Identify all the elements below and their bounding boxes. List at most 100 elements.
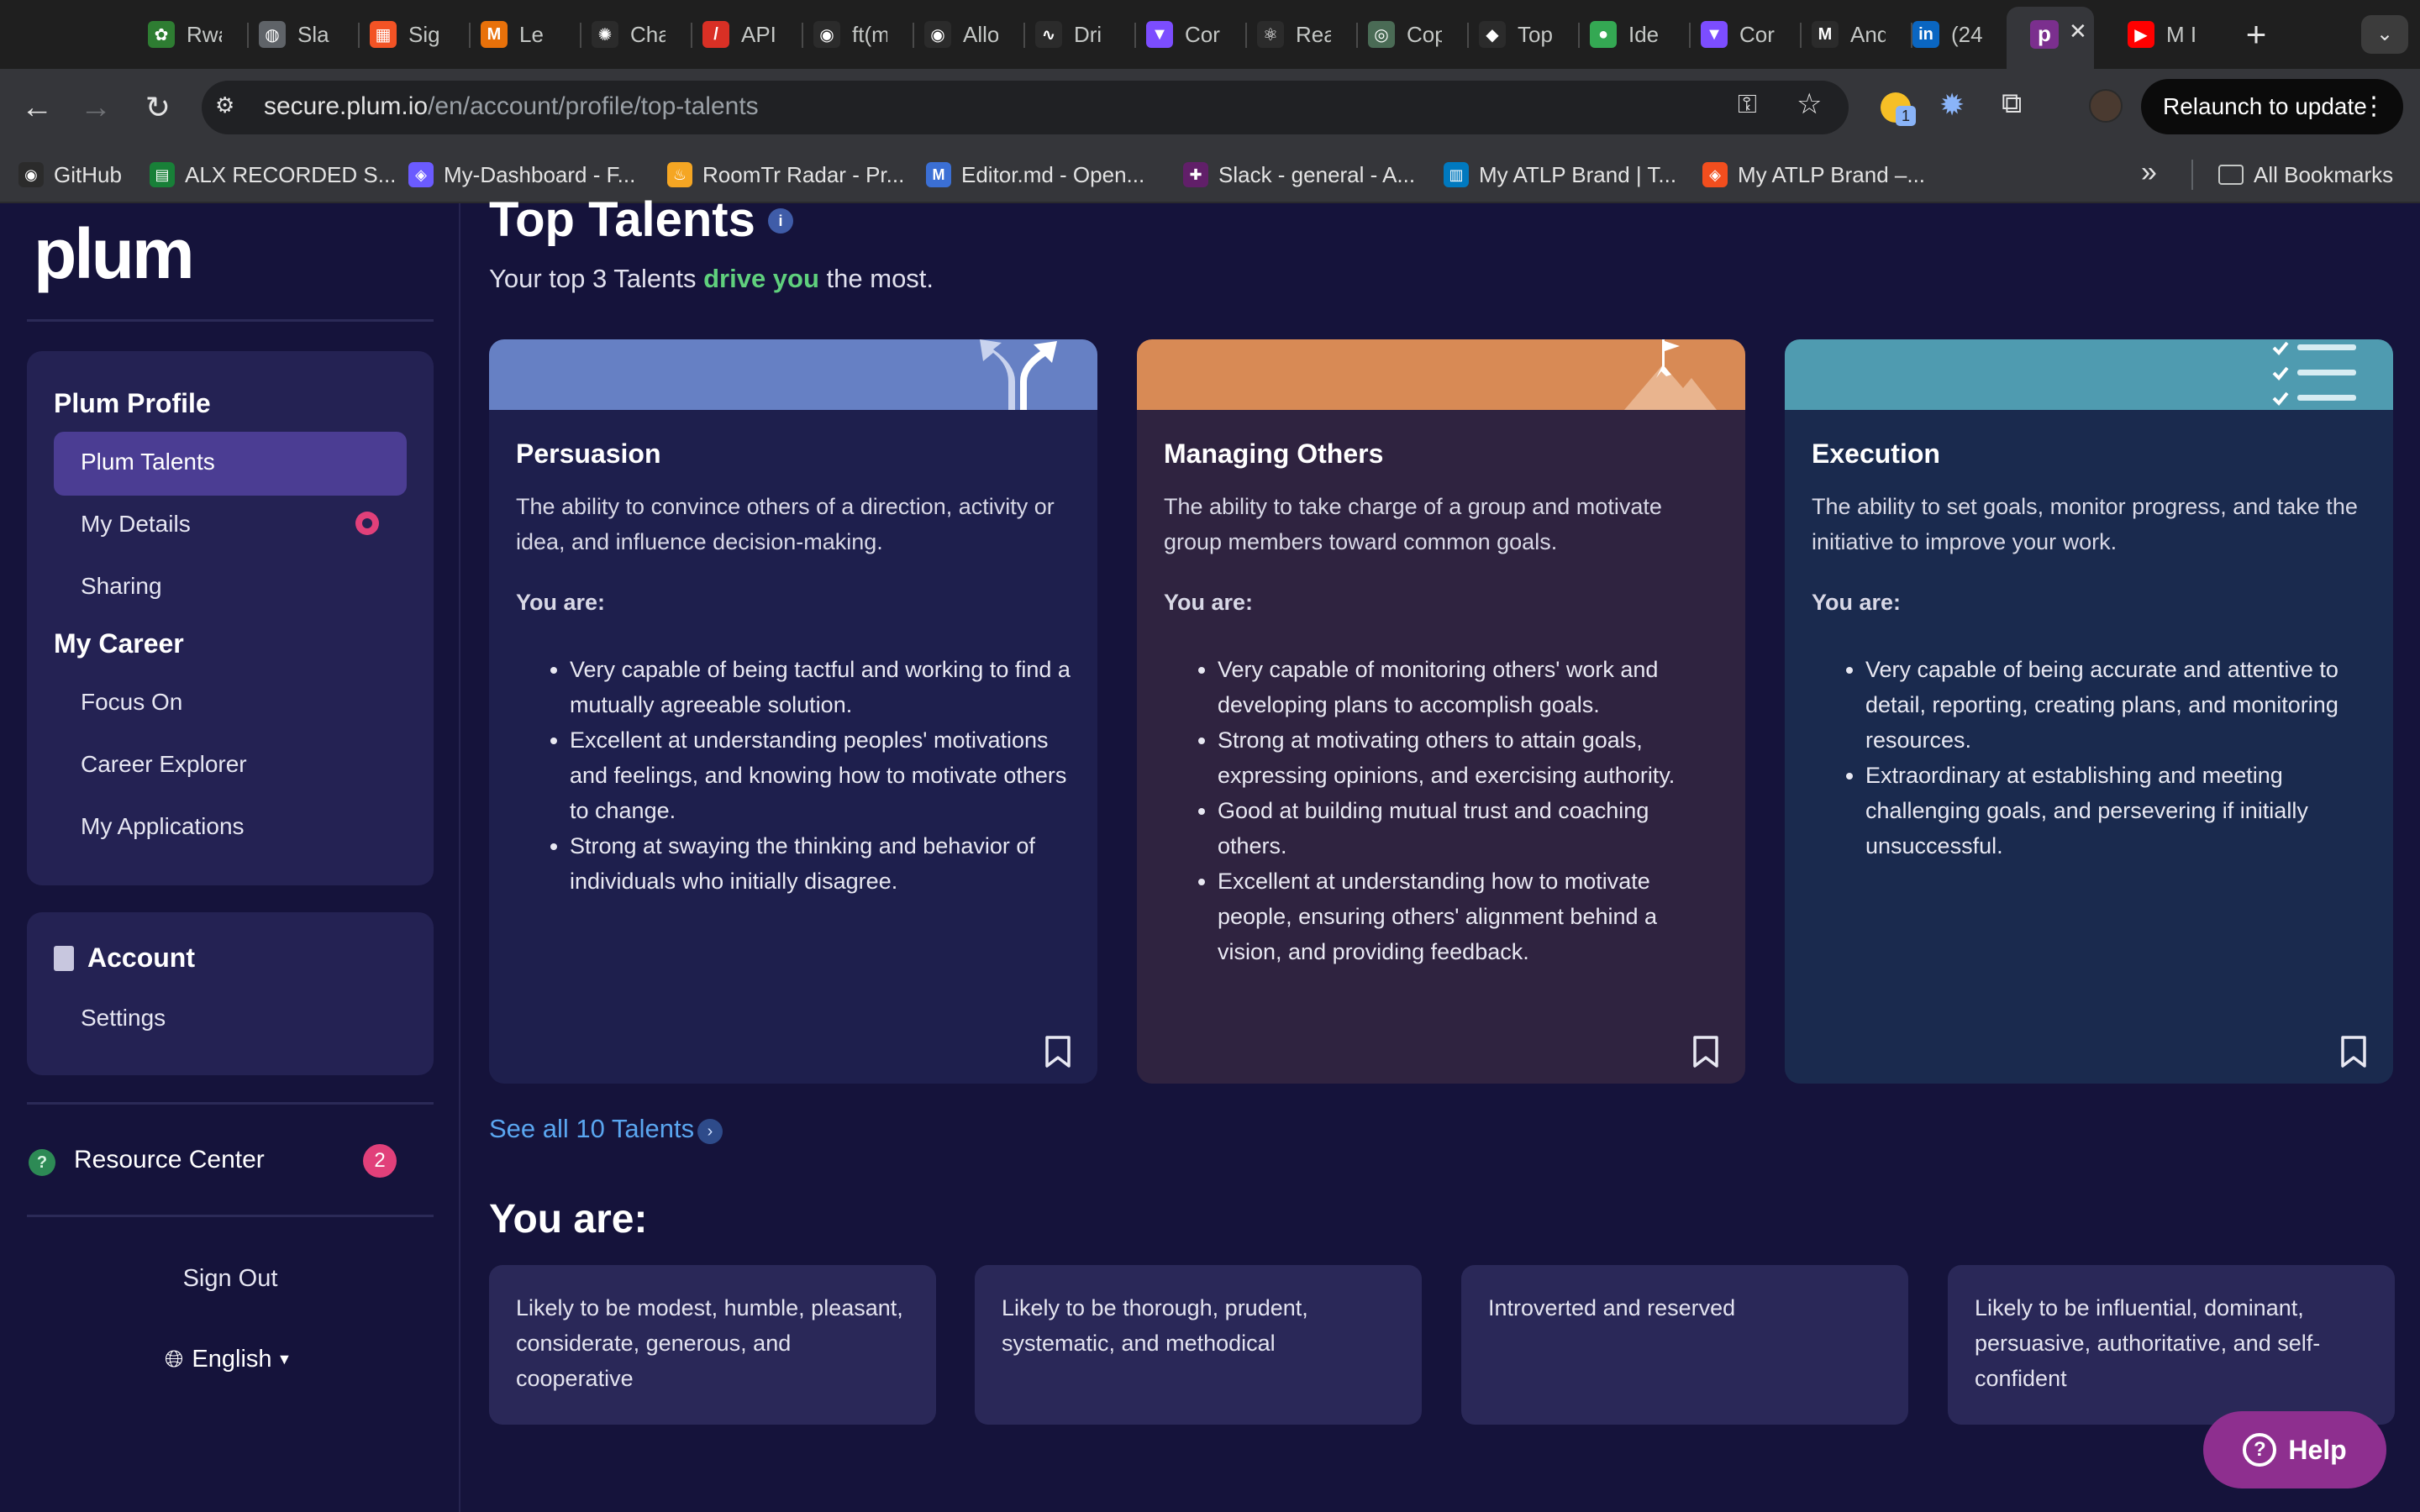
browser-tab[interactable]: ▦ Sig <box>370 8 444 60</box>
forward-arrow-icon[interactable]: → <box>76 87 116 128</box>
bookmark-item[interactable]: ◈ My-Dashboard - F... <box>408 160 635 190</box>
browser-tab[interactable]: ∿ Dri <box>1035 8 1109 60</box>
password-key-icon[interactable]: ⚿ <box>1738 91 1757 119</box>
talent-card-you-are: You are: <box>1164 590 1254 615</box>
trait-card: Introverted and reserved <box>1461 1265 1908 1425</box>
map-pin-icon: ● <box>1590 21 1617 48</box>
sidebar-item-plum-talents[interactable]: Plum Talents <box>81 449 215 475</box>
tab-title: Le <box>519 21 544 47</box>
slack-icon: ✚ <box>1183 162 1208 187</box>
plum-logo[interactable]: plum <box>34 213 195 295</box>
bookmark-item[interactable]: M Editor.md - Open... <box>926 160 1144 190</box>
bookmark-icon[interactable] <box>1044 1035 1072 1068</box>
diverging-arrows-icon <box>976 339 1069 414</box>
info-icon[interactable]: i <box>768 208 793 234</box>
bookmarks-overflow-icon[interactable]: » <box>2141 156 2157 189</box>
site-info-icon[interactable]: ⚙ <box>215 92 242 123</box>
tab-separator <box>1467 23 1469 48</box>
browser-tab[interactable]: ▶ M I <box>2128 8 2202 60</box>
bookmark-star-icon[interactable]: ☆ <box>1797 87 1822 121</box>
account-panel <box>27 912 434 1075</box>
resource-center-link[interactable]: Resource Center <box>74 1146 265 1174</box>
plum-icon: p <box>2030 20 2059 49</box>
browser-tab[interactable]: ▼ Cor <box>1146 8 1220 60</box>
github-icon: ◉ <box>18 162 44 187</box>
tab-title: Rwa <box>187 21 222 47</box>
browser-tab[interactable]: ● Ide <box>1590 8 1664 60</box>
you-are-heading: You are: <box>489 1197 648 1242</box>
puzzle-extensions-icon[interactable]: ⧉ <box>2002 87 2022 120</box>
tab-active-plum[interactable]: p ✕ <box>2007 7 2094 69</box>
trello-icon: ▥ <box>1444 162 1469 187</box>
browser-tab[interactable]: ◉ ft(m <box>813 8 887 60</box>
tab-title: (24 <box>1951 21 1983 47</box>
bookmark-label: Slack - general - A... <box>1218 161 1416 187</box>
help-button[interactable]: ? Help <box>2203 1411 2386 1488</box>
sign-out-button[interactable]: Sign Out <box>0 1265 460 1293</box>
sidebar-item-settings[interactable]: Settings <box>81 1005 166 1032</box>
talent-card: Managing Others The ability to take charg… <box>1137 339 1745 1084</box>
tab-separator <box>1689 23 1691 48</box>
openai-icon: ◎ <box>1368 21 1395 48</box>
talent-card-description: The ability to set goals, monitor progre… <box>1812 494 2358 554</box>
browser-tab[interactable]: ◉ Allo <box>924 8 998 60</box>
browser-tab[interactable]: ◎ Cop <box>1368 8 1442 60</box>
bookmark-item[interactable]: ▥ My ATLP Brand | T... <box>1444 160 1676 190</box>
tab-title: Cor <box>1739 21 1775 47</box>
gear-extension-icon[interactable]: ✹ <box>1939 87 1965 123</box>
avatar[interactable] <box>2089 89 2123 123</box>
sidebar-item-my-applications[interactable]: My Applications <box>81 813 245 840</box>
more-menu-icon[interactable]: ⋮ <box>2361 79 2386 134</box>
divider <box>27 319 434 322</box>
divider <box>27 1215 434 1217</box>
all-bookmarks-button[interactable]: All Bookmarks <box>2218 160 2393 190</box>
chevron-right-icon[interactable]: › <box>697 1119 723 1144</box>
language-selector[interactable]: 🌐︎ English ▼ <box>165 1346 292 1373</box>
sidebar-item-my-details[interactable]: My Details <box>81 511 191 538</box>
see-all-talents-link[interactable]: See all 10 Talents <box>489 1114 694 1144</box>
tab-title: Rea <box>1296 21 1331 47</box>
bookmark-label: RoomTr Radar - Pr... <box>702 161 905 187</box>
browser-tab[interactable]: / API <box>702 8 776 60</box>
browser-tab[interactable]: in (24 <box>1912 8 1986 60</box>
close-tab-icon[interactable]: ✕ <box>2069 18 2087 45</box>
bookmark-item[interactable]: ✚ Slack - general - A... <box>1183 160 1415 190</box>
globe-icon: ◍ <box>259 21 286 48</box>
bookmark-item[interactable]: ◈ My ATLP Brand –... <box>1702 160 1925 190</box>
browser-tab[interactable]: ◆ Top <box>1479 8 1553 60</box>
leaf-icon: ✿ <box>148 21 175 48</box>
gmail-icon: M <box>1812 21 1839 48</box>
talent-card-points: Very capable of being tactful and workin… <box>570 652 1074 899</box>
bookmark-label: My ATLP Brand –... <box>1738 161 1926 187</box>
browser-tab[interactable]: ✿ Rwa <box>148 8 222 60</box>
sidebar-item-focus-on[interactable]: Focus On <box>81 689 182 716</box>
bookmark-item[interactable]: ◉ GitHub <box>18 160 122 190</box>
extension-badge: 1 <box>1896 106 1916 126</box>
browser-tab[interactable]: ✺ Cha <box>592 8 666 60</box>
tab-separator <box>580 23 581 48</box>
browser-tab[interactable]: ⚛ Rea <box>1257 8 1331 60</box>
tab-separator <box>802 23 803 48</box>
sidebar-item-sharing[interactable]: Sharing <box>81 573 162 600</box>
url-text[interactable]: secure.plum.io/en/account/profile/top-ta… <box>264 92 759 121</box>
trait-card: Likely to be modest, humble, pleasant, c… <box>489 1265 936 1425</box>
browser-tab[interactable]: ▼ Cor <box>1701 8 1775 60</box>
bookmark-item[interactable]: ♨ RoomTr Radar - Pr... <box>667 160 904 190</box>
browser-tab[interactable]: M And <box>1812 8 1886 60</box>
relaunch-button[interactable]: Relaunch to update ⋮ <box>2141 79 2403 134</box>
account-heading: Account <box>87 942 195 973</box>
new-tab-button[interactable]: + <box>2235 13 2277 55</box>
tab-search-button[interactable]: ⌄ <box>2361 15 2408 54</box>
browser-tab[interactable]: M Le <box>481 8 555 60</box>
bookmark-item[interactable]: ▤ ALX RECORDED S... <box>150 160 396 190</box>
trait-card: Likely to be thorough, prudent, systemat… <box>975 1265 1422 1425</box>
tab-title: Ide <box>1628 21 1660 47</box>
tab-separator <box>913 23 914 48</box>
back-arrow-icon[interactable]: ← <box>17 87 57 128</box>
bookmark-icon[interactable] <box>2339 1035 2368 1068</box>
bookmark-icon[interactable] <box>1691 1035 1720 1068</box>
bookmark-label: My ATLP Brand | T... <box>1479 161 1677 187</box>
browser-tab[interactable]: ◍ Sla <box>259 8 333 60</box>
sidebar-item-career-explorer[interactable]: Career Explorer <box>81 751 247 778</box>
reload-icon[interactable]: ↻ <box>138 87 178 128</box>
